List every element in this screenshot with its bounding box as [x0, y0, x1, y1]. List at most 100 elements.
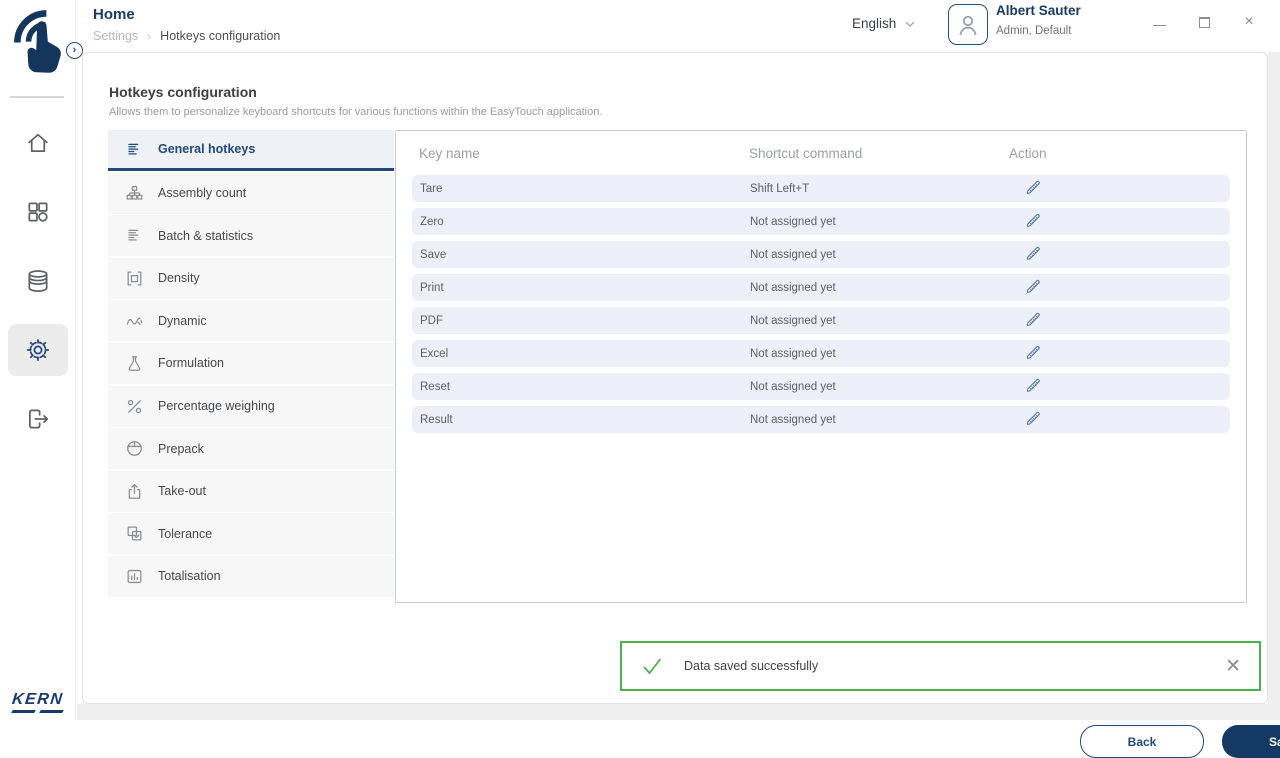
action-cell	[1010, 176, 1230, 201]
action-cell	[1010, 407, 1230, 432]
page-header-title: Home	[93, 6, 135, 23]
prepack-icon	[125, 439, 144, 458]
action-cell	[1010, 374, 1230, 399]
key-name-cell: PDF	[420, 315, 750, 327]
section-title: Hotkeys configuration	[109, 84, 257, 100]
sidebar-item-home[interactable]	[8, 117, 68, 169]
back-button[interactable]: Back	[1080, 725, 1204, 758]
menu-item-label: Dynamic	[158, 314, 207, 328]
breadcrumb-current: Hotkeys configuration	[160, 29, 280, 43]
shortcut-command-cell: Not assigned yet	[750, 414, 1010, 426]
action-cell	[1010, 242, 1230, 267]
table-row: ExcelNot assigned yet	[412, 340, 1230, 367]
assembly-icon	[125, 184, 144, 203]
sidebar-item-apps[interactable]	[8, 186, 68, 238]
table-row: ResultNot assigned yet	[412, 406, 1230, 433]
user-avatar[interactable]	[948, 4, 988, 45]
table-row: TareShift Left+T	[412, 175, 1230, 202]
edit-hotkey-button[interactable]	[1024, 209, 1046, 231]
main-card: Hotkeys configuration Allows them to per…	[82, 52, 1268, 704]
toast-close-icon[interactable]: ✕	[1225, 657, 1241, 676]
shortcut-command-cell: Not assigned yet	[750, 216, 1010, 228]
menu-item-batch-statistics[interactable]: Batch & statistics	[108, 215, 394, 256]
shortcut-command-cell: Not assigned yet	[750, 348, 1010, 360]
edit-hotkey-button[interactable]	[1024, 242, 1046, 264]
sidebar-expand-button[interactable]: ›	[66, 42, 83, 59]
sidebar	[0, 0, 76, 720]
chevron-down-icon	[903, 17, 917, 31]
shortcut-command-cell: Not assigned yet	[750, 381, 1010, 393]
flask-icon	[125, 354, 144, 373]
table-row: SaveNot assigned yet	[412, 241, 1230, 268]
menu-item-label: Density	[158, 271, 200, 285]
hotkeys-table-panel: Key name Shortcut command Action TareShi…	[395, 130, 1247, 603]
totalisation-icon	[125, 567, 144, 586]
breadcrumb: Settings › Hotkeys configuration	[93, 29, 280, 43]
menu-item-general-hotkeys[interactable]: General hotkeys	[108, 130, 394, 171]
edit-hotkey-button[interactable]	[1024, 275, 1046, 297]
key-name-cell: Excel	[420, 348, 750, 360]
table-row: PrintNot assigned yet	[412, 274, 1230, 301]
home-icon	[25, 130, 51, 156]
menu-item-label: General hotkeys	[158, 142, 255, 156]
section-subtitle: Allows them to personalize keyboard shor…	[109, 106, 602, 118]
edit-hotkey-button[interactable]	[1024, 341, 1046, 363]
sidebar-divider	[10, 96, 64, 98]
database-icon	[25, 268, 51, 294]
toast-message: Data saved successfully	[684, 659, 818, 673]
edit-hotkey-button[interactable]	[1024, 176, 1046, 198]
key-name-cell: Save	[420, 249, 750, 261]
kern-logo: KERN	[12, 691, 68, 713]
edit-hotkey-button[interactable]	[1024, 407, 1046, 429]
checkmark-icon	[640, 654, 664, 678]
sidebar-item-database[interactable]	[8, 255, 68, 307]
menu-item-label: Formulation	[158, 356, 224, 370]
list-lines-icon	[125, 140, 144, 159]
edit-hotkey-button[interactable]	[1024, 308, 1046, 330]
close-button[interactable]: ×	[1242, 15, 1256, 29]
menu-item-totalisation[interactable]: Totalisation	[108, 556, 394, 597]
user-name[interactable]: Albert Sauter	[996, 3, 1081, 18]
language-selector[interactable]: English	[852, 16, 917, 31]
shortcut-command-cell: Not assigned yet	[750, 249, 1010, 261]
apps-grid-icon	[25, 199, 51, 225]
user-role: Admin, Default	[996, 25, 1071, 37]
shortcut-command-cell: Not assigned yet	[750, 315, 1010, 327]
table-row: ResetNot assigned yet	[412, 373, 1230, 400]
breadcrumb-settings[interactable]: Settings	[93, 29, 138, 43]
kern-logo-underline	[11, 710, 69, 713]
menu-item-label: Tolerance	[158, 527, 212, 541]
menu-item-prepack[interactable]: Prepack	[108, 428, 394, 469]
menu-item-take-out[interactable]: Take-out	[108, 471, 394, 512]
kern-logo-text: KERN	[11, 691, 69, 709]
menu-item-label: Batch & statistics	[158, 229, 253, 243]
success-toast: Data saved successfully ✕	[620, 641, 1261, 691]
language-label: English	[852, 16, 896, 31]
key-name-cell: Tare	[420, 183, 750, 195]
logout-icon	[25, 406, 51, 432]
maximize-button[interactable]	[1199, 17, 1210, 28]
menu-item-label: Prepack	[158, 442, 204, 456]
save-button[interactable]: Save	[1222, 725, 1280, 758]
window-right-margin	[1268, 52, 1280, 720]
action-cell	[1010, 275, 1230, 300]
menu-item-tolerance[interactable]: Tolerance	[108, 513, 394, 554]
key-name-cell: Print	[420, 282, 750, 294]
sidebar-item-logout[interactable]	[8, 393, 68, 445]
hotkey-category-menu: General hotkeys Assembly count Batch & sta…	[108, 130, 394, 599]
menu-item-label: Totalisation	[158, 569, 221, 583]
menu-item-label: Take-out	[158, 484, 206, 498]
menu-item-assembly-count[interactable]: Assembly count	[108, 173, 394, 214]
window-controls: ×	[1153, 15, 1256, 29]
menu-item-dynamic[interactable]: Dynamic	[108, 300, 394, 341]
minimize-button[interactable]	[1153, 18, 1166, 26]
menu-item-formulation[interactable]: Formulation	[108, 343, 394, 384]
column-key-name: Key name	[419, 146, 749, 161]
column-action: Action	[1009, 146, 1246, 161]
menu-item-percentage-weighing[interactable]: Percentage weighing	[108, 386, 394, 427]
sidebar-item-settings[interactable]	[8, 324, 68, 376]
key-name-cell: Zero	[420, 216, 750, 228]
edit-hotkey-button[interactable]	[1024, 374, 1046, 396]
action-cell	[1010, 341, 1230, 366]
menu-item-density[interactable]: Density	[108, 258, 394, 299]
